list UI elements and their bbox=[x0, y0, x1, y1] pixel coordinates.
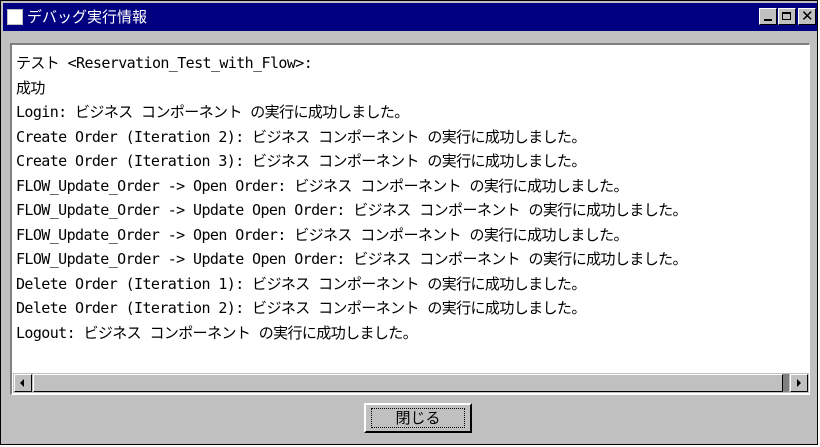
log-line: テスト <Reservation_Test_with_Flow>: bbox=[16, 54, 313, 72]
debug-info-window: デバッグ実行情報 ✕ テスト <Reservation_Test_with_Fl… bbox=[0, 0, 818, 445]
scroll-thumb[interactable] bbox=[33, 374, 783, 392]
log-line: Create Order (Iteration 3): ビジネス コンポーネント… bbox=[16, 152, 586, 170]
log-line: 成功 bbox=[16, 78, 45, 97]
close-button[interactable]: 閉じる bbox=[364, 403, 472, 433]
log-line: FLOW_Update_Order -> Open Order: ビジネス コン… bbox=[16, 225, 628, 244]
log-line: FLOW_Update_Order -> Update Open Order: … bbox=[16, 250, 688, 268]
log-line: Delete Order (Iteration 1): ビジネス コンポーネント… bbox=[16, 274, 586, 293]
log-line: Login: ビジネス コンポーネント の実行に成功しました。 bbox=[16, 103, 409, 121]
log-line: Delete Order (Iteration 2): ビジネス コンポーネント… bbox=[16, 299, 586, 317]
maximize-button[interactable] bbox=[778, 8, 796, 25]
horizontal-scrollbar[interactable] bbox=[13, 373, 809, 393]
close-button-label: 閉じる bbox=[395, 409, 441, 427]
log-line: Create Order (Iteration 2): ビジネス コンポーネント… bbox=[16, 127, 586, 146]
log-line: FLOW_Update_Order -> Open Order: ビジネス コン… bbox=[16, 176, 628, 195]
window-title: デバッグ実行情報 bbox=[27, 8, 148, 26]
log-line: Logout: ビジネス コンポーネント の実行に成功しました。 bbox=[16, 323, 418, 342]
minimize-button[interactable] bbox=[759, 8, 777, 25]
scroll-track[interactable] bbox=[33, 374, 789, 392]
scroll-right-arrow-icon[interactable] bbox=[790, 374, 808, 392]
window-icon[interactable] bbox=[7, 9, 23, 25]
close-icon: ✕ bbox=[801, 7, 814, 25]
title-bar[interactable]: デバッグ実行情報 ✕ bbox=[3, 3, 817, 31]
log-list: テスト <Reservation_Test_with_Flow>: 成功 Login… bbox=[16, 51, 806, 345]
close-window-button[interactable]: ✕ bbox=[798, 7, 816, 25]
log-panel[interactable]: テスト <Reservation_Test_with_Flow>: 成功 Login… bbox=[10, 43, 810, 395]
log-line: FLOW_Update_Order -> Update Open Order: … bbox=[16, 201, 688, 219]
scroll-left-arrow-icon[interactable] bbox=[14, 374, 32, 392]
